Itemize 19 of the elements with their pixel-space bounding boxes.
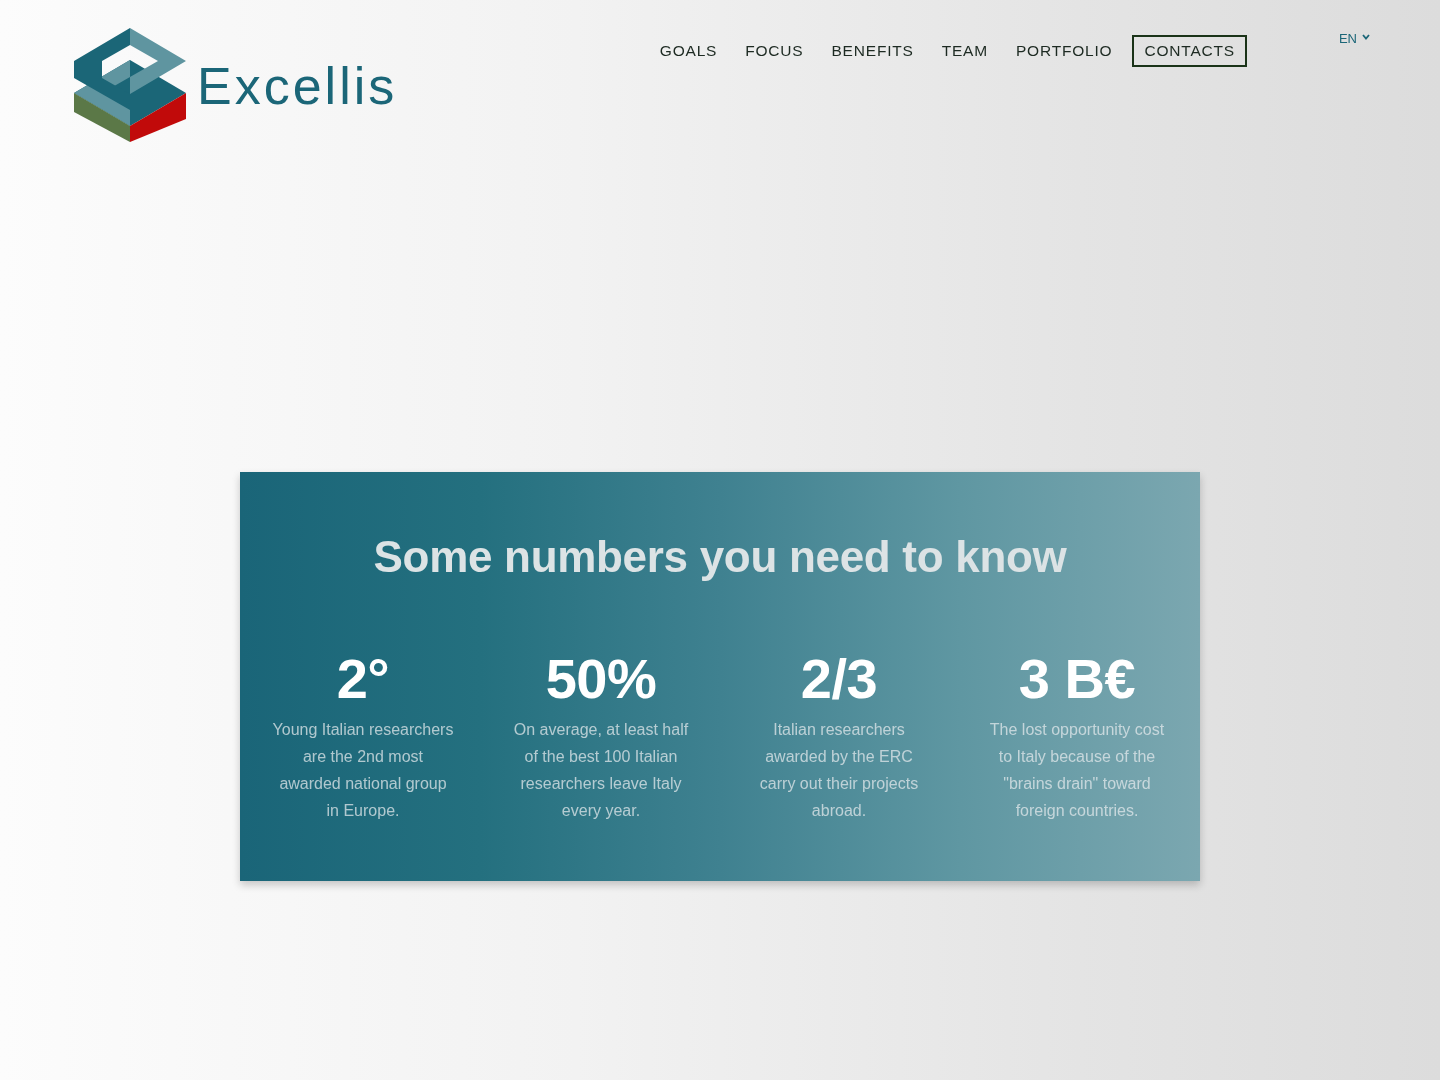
logo-icon — [74, 28, 186, 143]
stat-value: 50% — [545, 651, 657, 707]
stat-description: Italian researchers awarded by the ERC carry out their projects abroad. — [758, 720, 920, 821]
nav-link[interactable]: TEAM — [933, 35, 996, 67]
stat-value: 3 B€ — [1018, 651, 1136, 707]
panel-title: Some numbers you need to know — [372, 535, 1068, 579]
stat-value: 2/3 — [800, 651, 878, 707]
language-selector[interactable]: EN — [1338, 31, 1370, 46]
stat-description: The lost opportunity cost to Italy because of the "brains drain" toward foreign countries. — [988, 720, 1166, 821]
nav-link[interactable]: FOCUS — [737, 35, 812, 67]
stat-value: 2° — [336, 651, 390, 707]
brand-name: Excellis — [197, 59, 398, 112]
chevron-down-icon — [1362, 33, 1370, 40]
stat-description: Young Italian researchers are the 2nd most awarded national group in Europe. — [272, 720, 454, 821]
nav-link[interactable]: PORTFOLIO — [1007, 35, 1121, 67]
stat-description: On average, at least half of the best 100 Italian researchers leave Italy every year. — [512, 720, 690, 821]
nav-link[interactable]: CONTACTS — [1132, 35, 1247, 67]
nav-link[interactable]: BENEFITS — [823, 35, 922, 67]
nav-link[interactable]: GOALS — [651, 35, 726, 67]
